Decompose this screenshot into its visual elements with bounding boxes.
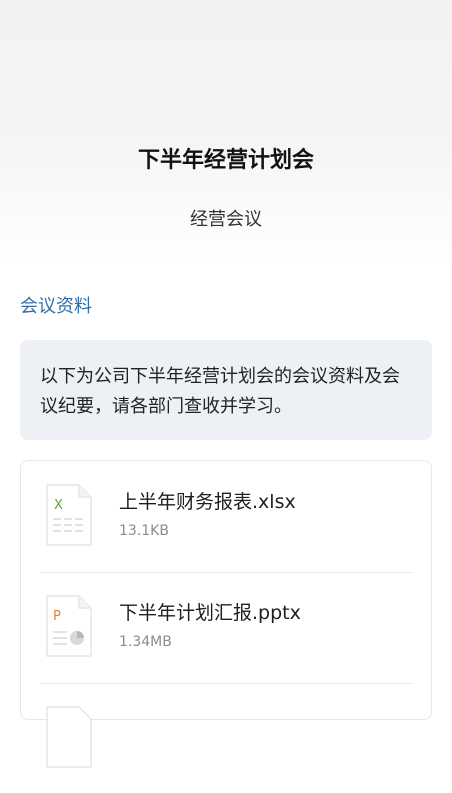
file-item-partial[interactable]	[41, 683, 413, 793]
notice-text: 以下为公司下半年经营计划会的会议资料及会议纪要，请各部门查收并学习。	[40, 366, 400, 417]
file-item-pptx[interactable]: P 下半年计划汇报.pptx 1.34MB	[41, 572, 413, 682]
notice-box: 以下为公司下半年经营计划会的会议资料及会议纪要，请各部门查收并学习。	[20, 340, 432, 440]
page-title: 下半年经营计划会	[137, 148, 314, 173]
file-size: 1.34MB	[119, 634, 172, 650]
svg-text:P: P	[53, 609, 61, 624]
file-name: 下半年计划汇报.pptx	[119, 602, 301, 624]
excel-file-icon: X	[46, 484, 92, 546]
file-icon	[46, 706, 92, 768]
file-item-xlsx[interactable]: X 上半年财务报表.xlsx 13.1KB	[41, 461, 413, 571]
file-size: 13.1KB	[119, 523, 169, 539]
powerpoint-file-icon: P	[46, 595, 92, 657]
header: 下半年经营计划会 经营会议	[0, 0, 452, 262]
file-list: X 上半年财务报表.xlsx 13.1KB P 下半年计划汇报.pptx 1.3…	[20, 460, 432, 768]
file-name: 上半年财务报表.xlsx	[119, 491, 296, 513]
section-label: 会议资料	[20, 296, 92, 317]
page-subtitle: 经营会议	[190, 209, 262, 230]
svg-text:X: X	[54, 498, 63, 513]
